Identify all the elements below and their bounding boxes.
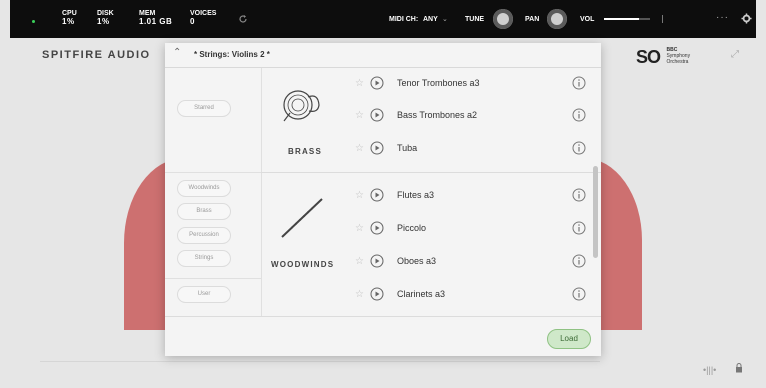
star-icon[interactable]: ☆: [355, 223, 364, 234]
divider: [40, 361, 600, 362]
voices-value: 0: [190, 17, 195, 26]
disk-value: 1%: [97, 17, 110, 26]
volume-marker: [662, 15, 663, 23]
filter-percussion[interactable]: Percussion: [177, 227, 231, 244]
info-icon[interactable]: [572, 287, 586, 301]
chevron-down-icon[interactable]: ⌄: [442, 15, 448, 23]
info-icon[interactable]: [572, 108, 586, 122]
flute-icon: [281, 198, 323, 238]
info-icon[interactable]: [572, 254, 586, 268]
browser-header: ⌃ * Strings: Violins 2 *: [165, 43, 601, 68]
info-icon[interactable]: [572, 221, 586, 235]
brand-logo: SPITFIRE AUDIO: [42, 49, 151, 61]
family-label-brass: BRASS: [288, 147, 323, 156]
chevron-up-icon[interactable]: ⌃: [173, 47, 181, 58]
play-icon[interactable]: [370, 108, 384, 122]
voices-label: VOICES: [190, 10, 217, 17]
sidebar-divider: [165, 278, 261, 279]
info-icon[interactable]: [572, 188, 586, 202]
logo-orchestra: Orchestra: [666, 59, 689, 65]
section-divider: [261, 172, 601, 173]
star-icon[interactable]: ☆: [355, 190, 364, 201]
play-icon[interactable]: [370, 287, 384, 301]
filter-strings[interactable]: Strings: [177, 250, 231, 267]
horn-icon: [283, 90, 320, 122]
instrument-name: Flutes a3: [397, 190, 435, 200]
cpu-value: 1%: [62, 17, 75, 26]
expand-icon[interactable]: ⤢: [731, 49, 739, 60]
load-button[interactable]: Load: [547, 329, 591, 349]
volume-label: VOL: [580, 16, 595, 23]
disk-label: DISK: [97, 10, 114, 17]
tune-label: TUNE: [465, 16, 485, 23]
star-icon[interactable]: ☆: [355, 78, 364, 89]
cpu-meter: CPU 1%: [62, 10, 77, 26]
family-label-woodwinds: WOODWINDS: [271, 260, 335, 269]
star-icon[interactable]: ☆: [355, 256, 364, 267]
play-icon[interactable]: [370, 141, 384, 155]
midi-channel-label: MIDI CH:: [389, 16, 419, 23]
filter-user[interactable]: User: [177, 286, 231, 303]
list-item[interactable]: ☆ Tuba: [352, 141, 586, 159]
sidebar-divider: [165, 172, 261, 173]
instrument-name: Piccolo: [397, 223, 427, 233]
instrument-name: Clarinets a3: [397, 289, 446, 299]
list-item[interactable]: ☆ Piccolo: [352, 221, 586, 239]
pan-label: PAN: [525, 16, 540, 23]
mem-label: MEM: [139, 10, 156, 17]
list-item[interactable]: ☆ Tenor Trombones a3: [352, 76, 586, 94]
midi-channel-select[interactable]: ANY: [423, 16, 438, 23]
more-icon[interactable]: ···: [716, 12, 729, 23]
top-status-bar: CPU 1% DISK 1% MEM 1.01 GB VOICES 0 MIDI…: [10, 0, 756, 38]
volume-slider-fill: [604, 18, 639, 20]
disk-meter: DISK 1%: [97, 10, 114, 26]
bbc-so-logo: SO BBC Symphony Orchestra: [636, 47, 690, 68]
instrument-browser: ⌃ * Strings: Violins 2 * Starred Woodwin…: [165, 43, 601, 356]
instrument-name: Tenor Trombones a3: [397, 78, 480, 88]
filter-starred[interactable]: Starred: [177, 100, 231, 117]
volume-slider[interactable]: [604, 18, 650, 20]
browser-sidebar: Starred Woodwinds Brass Percussion Strin…: [165, 68, 262, 316]
mem-meter: MEM 1.01 GB: [139, 10, 172, 26]
instrument-name: Tuba: [397, 143, 418, 153]
star-icon[interactable]: ☆: [355, 110, 364, 121]
voices-meter: VOICES 0: [190, 10, 216, 26]
instrument-name: Bass Trombones a2: [397, 110, 478, 120]
star-icon[interactable]: ☆: [355, 289, 364, 300]
pan-knob[interactable]: [547, 9, 567, 29]
play-icon[interactable]: [370, 76, 384, 90]
tune-knob[interactable]: [493, 9, 513, 29]
status-led: [32, 20, 35, 23]
scrollbar[interactable]: [593, 166, 598, 258]
gear-icon[interactable]: [741, 13, 752, 24]
play-icon[interactable]: [370, 188, 384, 202]
meter-icon[interactable]: •|||•: [703, 365, 716, 375]
list-item[interactable]: ☆ Flutes a3: [352, 188, 586, 206]
lock-icon[interactable]: [735, 363, 743, 373]
star-icon[interactable]: ☆: [355, 143, 364, 154]
browser-footer: Load: [165, 316, 601, 357]
play-icon[interactable]: [370, 221, 384, 235]
preset-name: * Strings: Violins 2 *: [194, 50, 270, 59]
filter-brass[interactable]: Brass: [177, 203, 231, 220]
list-item[interactable]: ☆ Oboes a3: [352, 254, 586, 272]
cpu-label: CPU: [62, 10, 77, 17]
list-item[interactable]: ☆ Clarinets a3: [352, 287, 586, 305]
instrument-name: Oboes a3: [397, 256, 437, 266]
logo-so: SO: [636, 47, 661, 67]
filter-woodwinds[interactable]: Woodwinds: [177, 180, 231, 197]
mem-value: 1.01 GB: [139, 17, 173, 26]
list-item[interactable]: ☆ Bass Trombones a2: [352, 108, 586, 126]
info-icon[interactable]: [572, 141, 586, 155]
refresh-icon[interactable]: [238, 14, 248, 24]
info-icon[interactable]: [572, 76, 586, 90]
play-icon[interactable]: [370, 254, 384, 268]
